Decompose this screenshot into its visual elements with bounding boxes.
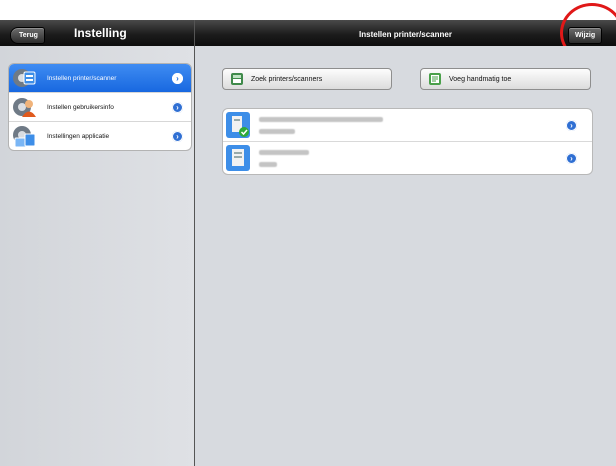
add-manual-icon [429,73,441,85]
printer-settings-icon [13,69,36,87]
menu-item-user-info[interactable]: Instellen gebruikersinfo › [9,92,191,121]
user-settings-icon [13,98,36,117]
printer-list: › › [222,108,593,175]
printer-connected-icon [226,112,250,138]
menu-item-label: Instellen gebruikersinfo [47,103,114,111]
chevron-right-icon: › [172,72,183,84]
printer-icon [226,145,250,171]
printer-address-redacted [259,162,277,167]
settings-menu: Instellen printer/scanner › Instellen ge… [8,63,192,151]
app-settings-icon [13,126,36,148]
chevron-right-icon: › [172,130,183,142]
back-button[interactable]: Terug [10,27,45,44]
left-title: Instelling [74,26,127,40]
menu-item-app-settings[interactable]: Instellingen applicatie › [9,121,191,150]
search-printer-icon [231,73,243,85]
printer-address-redacted [259,129,295,134]
menu-item-label: Instellen printer/scanner [47,74,117,82]
add-manually-button[interactable]: Voeg handmatig toe [420,68,591,90]
printer-name-redacted [259,150,309,155]
printer-row[interactable]: › [223,141,592,174]
menu-item-label: Instellingen applicatie [47,132,110,140]
menu-item-printer-scanner[interactable]: Instellen printer/scanner › [9,64,191,92]
chevron-right-icon: › [172,101,183,113]
search-printers-button[interactable]: Zoek printers/scanners [222,68,392,90]
printer-name-redacted [259,117,383,122]
chevron-right-icon[interactable]: › [566,153,577,164]
chevron-right-icon[interactable]: › [566,120,577,131]
page-title: Instellen printer/scanner [359,30,452,39]
search-printers-label: Zoek printers/scanners [251,75,323,83]
add-manually-label: Voeg handmatig toe [449,75,512,83]
printer-row[interactable]: › [223,109,592,141]
